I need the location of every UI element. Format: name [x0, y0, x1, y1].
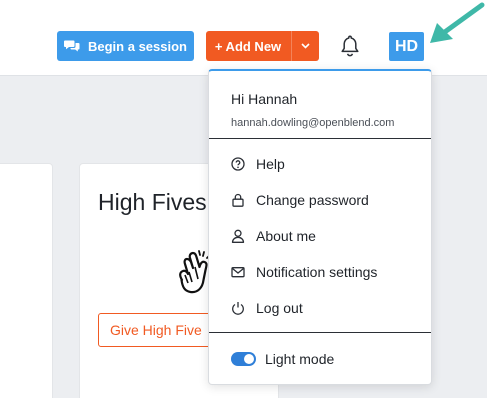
- notifications-bell-button[interactable]: [338, 33, 362, 59]
- user-icon: [231, 229, 245, 243]
- chat-bubbles-icon: [64, 40, 80, 52]
- menu-divider: [209, 332, 431, 333]
- light-mode-label: Light mode: [265, 351, 335, 367]
- chevron-down-icon: [301, 43, 310, 49]
- menu-divider: [209, 138, 431, 139]
- light-mode-row: Light mode: [231, 345, 334, 373]
- high-fives-title: High Fives: [98, 189, 207, 215]
- add-new-button[interactable]: + Add New: [206, 31, 319, 61]
- left-card: [0, 163, 53, 398]
- top-header: Begin a session + Add New HD: [0, 0, 487, 76]
- menu-item-notification-settings[interactable]: Notification settings: [231, 258, 421, 286]
- menu-item-change-password-label: Change password: [256, 192, 369, 208]
- add-new-label: + Add New: [214, 38, 282, 54]
- begin-session-button[interactable]: Begin a session: [57, 31, 194, 61]
- help-circle-icon: [231, 157, 245, 171]
- lock-icon: [231, 193, 245, 207]
- add-new-main[interactable]: + Add New: [206, 31, 290, 61]
- menu-item-help-label: Help: [256, 156, 285, 172]
- menu-item-help[interactable]: Help: [231, 150, 421, 178]
- give-high-five-label: Give High Five: [110, 322, 202, 338]
- toggle-knob: [244, 354, 254, 364]
- menu-item-notification-settings-label: Notification settings: [256, 264, 378, 280]
- give-high-five-button[interactable]: Give High Five: [98, 313, 218, 347]
- user-menu-dropdown: Hi Hannah hannah.dowling@openblend.com H…: [208, 69, 432, 385]
- add-new-dropdown-toggle[interactable]: [291, 31, 319, 61]
- envelope-icon: [231, 265, 245, 279]
- light-mode-toggle[interactable]: [231, 352, 256, 366]
- bell-icon: [341, 35, 359, 57]
- menu-item-log-out-label: Log out: [256, 300, 303, 316]
- menu-item-log-out[interactable]: Log out: [231, 294, 421, 322]
- menu-item-about-me[interactable]: About me: [231, 222, 421, 250]
- annotation-arrow: [430, 2, 485, 43]
- power-icon: [231, 301, 245, 315]
- menu-item-about-me-label: About me: [256, 228, 316, 244]
- avatar-initials: HD: [394, 37, 419, 55]
- user-avatar-button[interactable]: HD: [389, 32, 424, 61]
- greeting-text: Hi Hannah: [231, 91, 298, 107]
- menu-item-change-password[interactable]: Change password: [231, 186, 421, 214]
- begin-session-label: Begin a session: [88, 38, 187, 54]
- user-email: hannah.dowling@openblend.com: [231, 117, 395, 129]
